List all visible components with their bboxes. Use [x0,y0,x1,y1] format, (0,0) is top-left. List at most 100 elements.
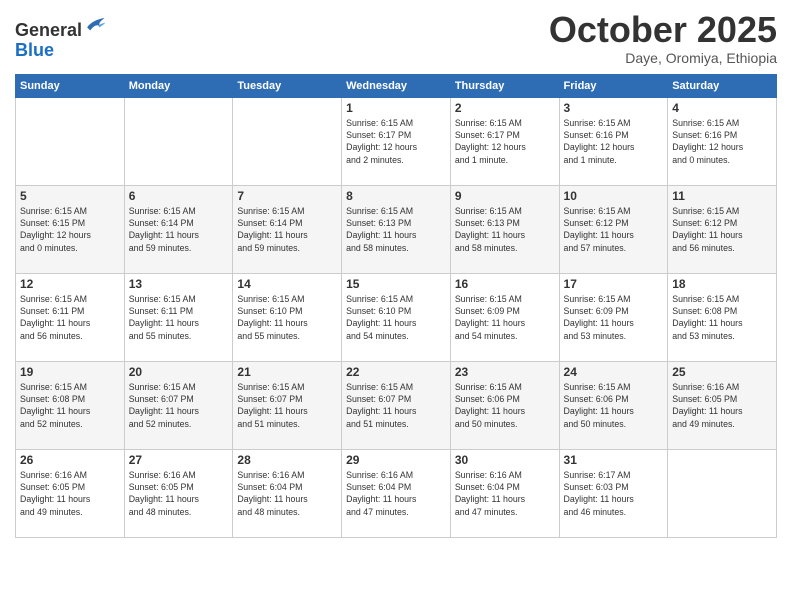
day-number: 29 [346,453,446,467]
day-info: Sunrise: 6:15 AM Sunset: 6:13 PM Dayligh… [455,205,555,254]
day-info: Sunrise: 6:15 AM Sunset: 6:09 PM Dayligh… [564,293,664,342]
day-number: 27 [129,453,229,467]
calendar-cell: 19 Sunrise: 6:15 AM Sunset: 6:08 PM Dayli… [16,361,125,449]
calendar-cell: 27Sunrise: 6:16 AM Sunset: 6:05 PM Dayli… [124,449,233,537]
calendar-cell: 23 Sunrise: 6:15 AM Sunset: 6:06 PM Dayli… [450,361,559,449]
day-info: Sunrise: 6:16 AM Sunset: 6:05 PM Dayligh… [672,381,772,430]
day-number: 7 [237,189,337,203]
calendar-cell: 14Sunrise: 6:15 AM Sunset: 6:10 PM Dayli… [233,273,342,361]
calendar-cell: 26Sunrise: 6:16 AM Sunset: 6:05 PM Dayli… [16,449,125,537]
calendar-cell [16,97,125,185]
calendar-cell [124,97,233,185]
day-info: Sunrise: 6:15 AM Sunset: 6:11 PM Dayligh… [20,293,120,342]
calendar-cell: 17 Sunrise: 6:15 AM Sunset: 6:09 PM Dayli… [559,273,668,361]
column-header-monday: Monday [124,74,233,97]
column-header-tuesday: Tuesday [233,74,342,97]
day-number: 26 [20,453,120,467]
day-number: 20 [129,365,229,379]
day-info: Sunrise: 6:16 AM Sunset: 6:04 PM Dayligh… [455,469,555,518]
calendar-cell: 12 Sunrise: 6:15 AM Sunset: 6:11 PM Dayli… [16,273,125,361]
column-header-saturday: Saturday [668,74,777,97]
day-info: Sunrise: 6:15 AM Sunset: 6:09 PM Dayligh… [455,293,555,342]
calendar-cell: 6Sunrise: 6:15 AM Sunset: 6:14 PM Daylig… [124,185,233,273]
calendar-week-3: 12 Sunrise: 6:15 AM Sunset: 6:11 PM Dayli… [16,273,777,361]
calendar-week-2: 5 Sunrise: 6:15 AM Sunset: 6:15 PM Daylig… [16,185,777,273]
day-number: 31 [564,453,664,467]
day-info: Sunrise: 6:15 AM Sunset: 6:15 PM Dayligh… [20,205,120,254]
day-info: Sunrise: 6:15 AM Sunset: 6:17 PM Dayligh… [455,117,555,166]
calendar-cell: 22Sunrise: 6:15 AM Sunset: 6:07 PM Dayli… [342,361,451,449]
header: General Blue October 2025 Daye, Oromiya,… [15,10,777,66]
calendar-cell: 1Sunrise: 6:15 AM Sunset: 6:17 PM Daylig… [342,97,451,185]
logo: General Blue [15,14,106,61]
calendar-week-4: 19 Sunrise: 6:15 AM Sunset: 6:08 PM Dayli… [16,361,777,449]
day-number: 21 [237,365,337,379]
calendar-cell: 11 Sunrise: 6:15 AM Sunset: 6:12 PM Dayli… [668,185,777,273]
logo-general-text: General [15,20,82,40]
day-info: Sunrise: 6:15 AM Sunset: 6:16 PM Dayligh… [672,117,772,166]
calendar-cell: 8 Sunrise: 6:15 AM Sunset: 6:13 PM Daylig… [342,185,451,273]
day-number: 15 [346,277,446,291]
day-number: 5 [20,189,120,203]
calendar-table: SundayMondayTuesdayWednesdayThursdayFrid… [15,74,777,538]
column-header-sunday: Sunday [16,74,125,97]
day-info: Sunrise: 6:15 AM Sunset: 6:12 PM Dayligh… [672,205,772,254]
calendar-cell: 31Sunrise: 6:17 AM Sunset: 6:03 PM Dayli… [559,449,668,537]
calendar-cell: 20 Sunrise: 6:15 AM Sunset: 6:07 PM Dayli… [124,361,233,449]
day-info: Sunrise: 6:15 AM Sunset: 6:13 PM Dayligh… [346,205,446,254]
day-info: Sunrise: 6:15 AM Sunset: 6:14 PM Dayligh… [129,205,229,254]
day-info: Sunrise: 6:15 AM Sunset: 6:07 PM Dayligh… [129,381,229,430]
day-number: 22 [346,365,446,379]
day-info: Sunrise: 6:15 AM Sunset: 6:10 PM Dayligh… [237,293,337,342]
calendar-cell: 29 Sunrise: 6:16 AM Sunset: 6:04 PM Dayli… [342,449,451,537]
logo-bird-icon [84,14,106,36]
calendar-cell: 15 Sunrise: 6:15 AM Sunset: 6:10 PM Dayli… [342,273,451,361]
calendar-cell: 3Sunrise: 6:15 AM Sunset: 6:16 PM Daylig… [559,97,668,185]
title-area: October 2025 Daye, Oromiya, Ethiopia [549,10,777,66]
day-number: 13 [129,277,229,291]
day-info: Sunrise: 6:15 AM Sunset: 6:06 PM Dayligh… [455,381,555,430]
calendar-cell [668,449,777,537]
day-number: 11 [672,189,772,203]
column-header-friday: Friday [559,74,668,97]
calendar-cell: 10 Sunrise: 6:15 AM Sunset: 6:12 PM Dayli… [559,185,668,273]
column-header-thursday: Thursday [450,74,559,97]
day-info: Sunrise: 6:16 AM Sunset: 6:04 PM Dayligh… [346,469,446,518]
calendar-cell: 30 Sunrise: 6:16 AM Sunset: 6:04 PM Dayli… [450,449,559,537]
day-number: 4 [672,101,772,115]
day-number: 25 [672,365,772,379]
calendar-cell: 2 Sunrise: 6:15 AM Sunset: 6:17 PM Daylig… [450,97,559,185]
day-info: Sunrise: 6:15 AM Sunset: 6:08 PM Dayligh… [672,293,772,342]
day-number: 12 [20,277,120,291]
day-info: Sunrise: 6:15 AM Sunset: 6:10 PM Dayligh… [346,293,446,342]
day-number: 3 [564,101,664,115]
calendar-cell: 16 Sunrise: 6:15 AM Sunset: 6:09 PM Dayli… [450,273,559,361]
calendar-cell: 24Sunrise: 6:15 AM Sunset: 6:06 PM Dayli… [559,361,668,449]
day-number: 16 [455,277,555,291]
day-number: 2 [455,101,555,115]
day-number: 9 [455,189,555,203]
calendar-cell: 28Sunrise: 6:16 AM Sunset: 6:04 PM Dayli… [233,449,342,537]
day-info: Sunrise: 6:15 AM Sunset: 6:08 PM Dayligh… [20,381,120,430]
day-number: 19 [20,365,120,379]
day-info: Sunrise: 6:15 AM Sunset: 6:06 PM Dayligh… [564,381,664,430]
day-number: 18 [672,277,772,291]
calendar-header-row: SundayMondayTuesdayWednesdayThursdayFrid… [16,74,777,97]
calendar-cell: 4 Sunrise: 6:15 AM Sunset: 6:16 PM Daylig… [668,97,777,185]
page-container: General Blue October 2025 Daye, Oromiya,… [0,0,792,612]
day-number: 30 [455,453,555,467]
calendar-week-5: 26Sunrise: 6:16 AM Sunset: 6:05 PM Dayli… [16,449,777,537]
calendar-cell: 7Sunrise: 6:15 AM Sunset: 6:14 PM Daylig… [233,185,342,273]
calendar-week-1: 1 Sunrise: 6:15 AM Sunset: 6:17 PM Daylig… [16,97,777,185]
day-number: 10 [564,189,664,203]
calendar-cell: 5 Sunrise: 6:15 AM Sunset: 6:15 PM Daylig… [16,185,125,273]
location-subtitle: Daye, Oromiya, Ethiopia [549,50,777,66]
day-number: 8 [346,189,446,203]
day-number: 17 [564,277,664,291]
day-info: Sunrise: 6:15 AM Sunset: 6:12 PM Dayligh… [564,205,664,254]
calendar-cell: 25 Sunrise: 6:16 AM Sunset: 6:05 PM Dayli… [668,361,777,449]
day-number: 23 [455,365,555,379]
calendar-cell: 21Sunrise: 6:15 AM Sunset: 6:07 PM Dayli… [233,361,342,449]
day-number: 1 [346,101,446,115]
column-header-wednesday: Wednesday [342,74,451,97]
